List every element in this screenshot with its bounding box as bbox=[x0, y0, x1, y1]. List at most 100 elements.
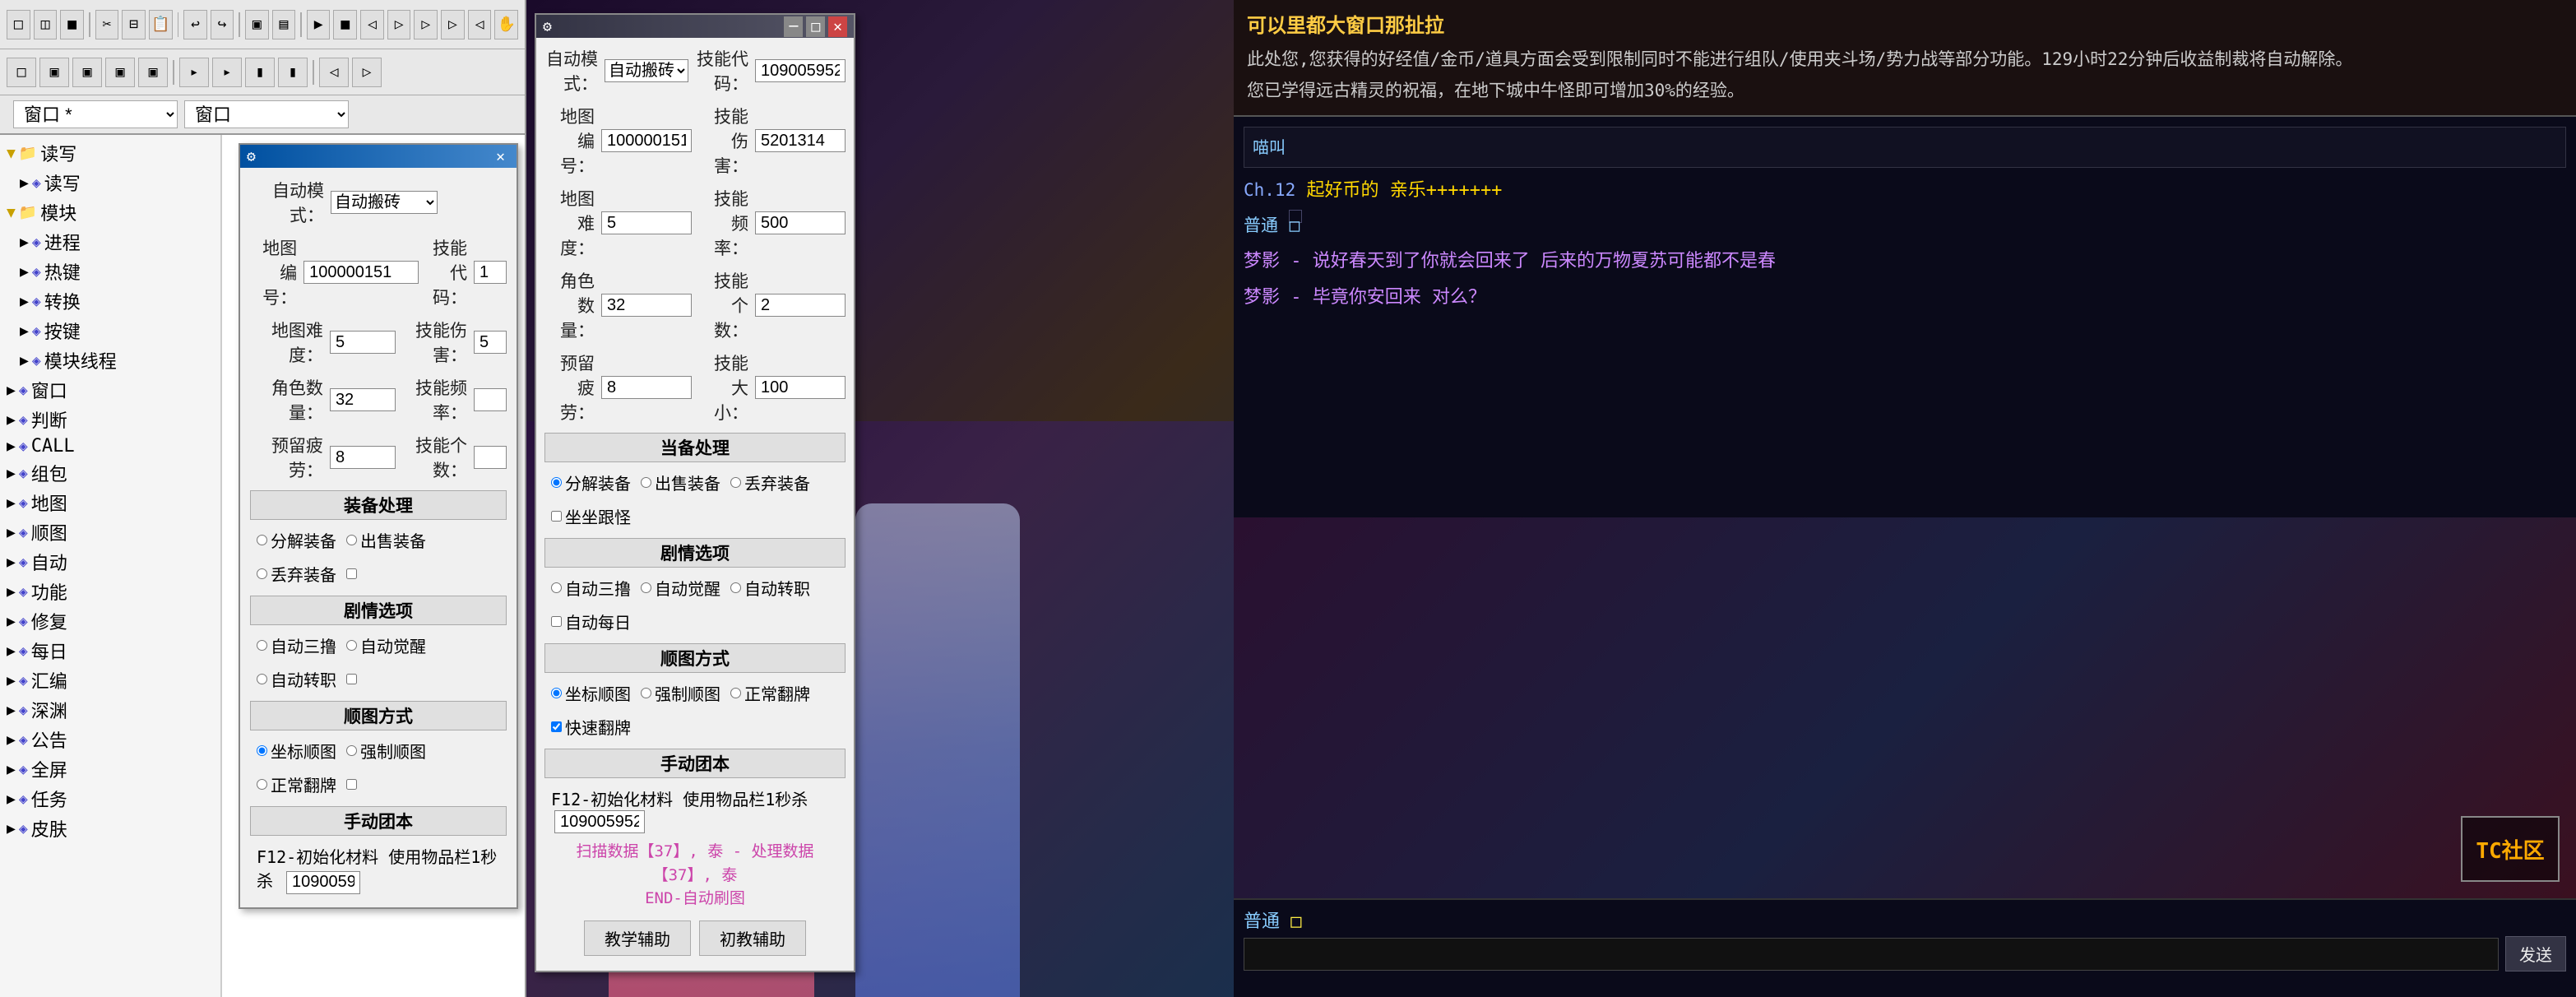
dialog2-titlebar[interactable]: ⚙ ─ □ ✕ bbox=[536, 15, 854, 38]
plot-checkbox[interactable] bbox=[346, 674, 357, 684]
t2-btn9[interactable]: ▮ bbox=[278, 58, 308, 87]
equip-sell[interactable]: 出售装备 bbox=[346, 528, 426, 552]
t2-btn10[interactable]: ◁ bbox=[319, 58, 349, 87]
t2-btn7[interactable]: ▸ bbox=[212, 58, 242, 87]
tree-item-repair[interactable]: ▶ ◈ 修复 bbox=[3, 606, 217, 636]
tree-item-grouppack[interactable]: ▶ ◈ 组包 bbox=[3, 458, 217, 488]
d2-equip-disassemble[interactable]: 分解装备 bbox=[551, 471, 631, 494]
redo-btn[interactable]: ↪ bbox=[211, 10, 234, 39]
d2-nav-normal[interactable]: 正常翻牌 bbox=[730, 681, 810, 705]
dialog2-close[interactable]: ✕ bbox=[828, 16, 847, 37]
t2-btn8[interactable]: ▮ bbox=[245, 58, 275, 87]
d2-nav-coord[interactable]: 坐标顺图 bbox=[551, 681, 631, 705]
nav-normal[interactable]: 正常翻牌 bbox=[257, 772, 336, 796]
paste-btn[interactable]: 📋 bbox=[149, 10, 173, 39]
skill-count-input[interactable] bbox=[474, 446, 507, 469]
hand-btn[interactable]: ✋ bbox=[494, 10, 518, 39]
tree-item-module-thread[interactable]: ▶ ◈ 模块线程 bbox=[3, 345, 217, 375]
tree-item-root-rw[interactable]: ▼ 📁 读写 bbox=[3, 138, 217, 168]
nav-coord[interactable]: 坐标顺图 bbox=[257, 739, 336, 763]
chat-send-btn[interactable]: 发送 bbox=[2505, 936, 2566, 971]
d2-skill-dmg-input[interactable] bbox=[755, 129, 846, 152]
dialog1-close[interactable]: ✕ bbox=[491, 146, 510, 167]
tree-item-announcement[interactable]: ▶ ◈ 公告 bbox=[3, 725, 217, 754]
skill-freq-input[interactable] bbox=[474, 388, 507, 411]
d2-nav-fast[interactable]: 快速翻牌 bbox=[551, 715, 631, 739]
tree-item-module[interactable]: ▼ 📁 模块 bbox=[3, 197, 217, 227]
step-btn[interactable]: ▷ bbox=[387, 10, 411, 39]
step4-btn[interactable]: ◁ bbox=[468, 10, 492, 39]
d2-role-count-input[interactable] bbox=[601, 294, 692, 317]
d2-teach-btn[interactable]: 教学辅助 bbox=[584, 920, 691, 956]
tree-item-rw[interactable]: ▶ ◈ 读写 bbox=[3, 168, 217, 197]
d2-map-diff-input[interactable] bbox=[601, 211, 692, 234]
d2-plot-awakening[interactable]: 自动觉醒 bbox=[641, 576, 720, 600]
map-id-input[interactable] bbox=[303, 261, 419, 284]
open-btn[interactable]: ◫ bbox=[34, 10, 58, 39]
d2-reserve-input[interactable] bbox=[601, 376, 692, 399]
tree-item-abyss[interactable]: ▶ ◈ 深渊 bbox=[3, 695, 217, 725]
tree-item-map[interactable]: ▶ ◈ 地图 bbox=[3, 488, 217, 517]
step2-btn[interactable]: ▷ bbox=[414, 10, 438, 39]
tree-item-asm[interactable]: ▶ ◈ 汇编 bbox=[3, 665, 217, 695]
d2-skill-code-input[interactable]: 109005952 bbox=[755, 59, 846, 82]
d2-equip-sell[interactable]: 出售装备 bbox=[641, 471, 720, 494]
tree-item-mapnav[interactable]: ▶ ◈ 顺图 bbox=[3, 517, 217, 547]
d2-plot-auto3[interactable]: 自动三撸 bbox=[551, 576, 631, 600]
plot-auto3[interactable]: 自动三撸 bbox=[257, 633, 336, 657]
t2-btn11[interactable]: ▷ bbox=[352, 58, 382, 87]
hand-input[interactable] bbox=[286, 871, 360, 894]
chat-text-input[interactable] bbox=[1244, 938, 2499, 971]
t2-btn5[interactable]: ▣ bbox=[138, 58, 168, 87]
window-dropdown2[interactable]: 窗口 bbox=[184, 100, 349, 128]
map-diff-input[interactable] bbox=[330, 331, 396, 354]
tree-item-hotkey[interactable]: ▶ ◈ 热键 bbox=[3, 257, 217, 286]
d2-map-id-input[interactable] bbox=[601, 129, 692, 152]
tree-item-judge[interactable]: ▶ ◈ 判断 bbox=[3, 405, 217, 434]
dialog2-maximize[interactable]: □ bbox=[806, 16, 825, 37]
tree-item-process[interactable]: ▶ ◈ 进程 bbox=[3, 227, 217, 257]
d2-plot-daily[interactable]: 自动每日 bbox=[551, 610, 631, 633]
d2-nav-force[interactable]: 强制顺图 bbox=[641, 681, 720, 705]
undo-btn[interactable]: ↩ bbox=[183, 10, 207, 39]
nav-checkbox[interactable] bbox=[346, 779, 357, 790]
skill-dmg-input[interactable] bbox=[474, 331, 507, 354]
tree-item-skin[interactable]: ▶ ◈ 皮肤 bbox=[3, 814, 217, 843]
tree-item-daily[interactable]: ▶ ◈ 每日 bbox=[3, 636, 217, 665]
copy-btn[interactable]: ⊟ bbox=[122, 10, 146, 39]
d2-hand-input[interactable] bbox=[554, 810, 645, 833]
tree-item-convert[interactable]: ▶ ◈ 转换 bbox=[3, 286, 217, 316]
t2-btn6[interactable]: ▸ bbox=[179, 58, 209, 87]
equip-disassemble[interactable]: 分解装备 bbox=[257, 528, 336, 552]
t2-btn1[interactable]: □ bbox=[7, 58, 36, 87]
run-btn[interactable]: ▶ bbox=[307, 10, 331, 39]
tree-item-key[interactable]: ▶ ◈ 按键 bbox=[3, 316, 217, 345]
auto-mode-select[interactable]: 自动搬砖 bbox=[331, 191, 438, 214]
window-dropdown1[interactable]: 窗口 * bbox=[13, 100, 178, 128]
d2-equip-follow[interactable]: 坐坐跟怪 bbox=[551, 504, 631, 528]
plot-transfer[interactable]: 自动转职 bbox=[257, 667, 336, 691]
d2-init-teach-btn[interactable]: 初教辅助 bbox=[699, 920, 806, 956]
step3-btn[interactable]: ▷ bbox=[441, 10, 465, 39]
nav-force[interactable]: 强制顺图 bbox=[346, 739, 426, 763]
t2-btn2[interactable]: ▣ bbox=[39, 58, 69, 87]
equip-checkbox[interactable] bbox=[346, 568, 357, 579]
save-btn[interactable]: ■ bbox=[60, 10, 84, 39]
skill-code-input[interactable] bbox=[474, 261, 507, 284]
equip-discard[interactable]: 丢弃装备 bbox=[257, 562, 336, 586]
reserve-input[interactable] bbox=[330, 446, 396, 469]
d2-plot-transfer[interactable]: 自动转职 bbox=[730, 576, 810, 600]
tree-item-task[interactable]: ▶ ◈ 任务 bbox=[3, 784, 217, 814]
tree-item-call[interactable]: ▶ ◈ CALL bbox=[3, 434, 217, 458]
back-btn[interactable]: ◁ bbox=[360, 10, 384, 39]
role-count-input[interactable] bbox=[330, 388, 396, 411]
d2-skill-freq-input[interactable] bbox=[755, 211, 846, 234]
t2-btn4[interactable]: ▣ bbox=[105, 58, 135, 87]
d2-auto-mode-select[interactable]: 自动搬砖 bbox=[605, 59, 688, 82]
dialog2-minimize[interactable]: ─ bbox=[784, 16, 803, 37]
tree-item-func[interactable]: ▶ ◈ 功能 bbox=[3, 577, 217, 606]
new-btn[interactable]: □ bbox=[7, 10, 30, 39]
d2-skill-size-input[interactable] bbox=[755, 376, 846, 399]
tree-item-auto[interactable]: ▶ ◈ 自动 bbox=[3, 547, 217, 577]
plot-awakening[interactable]: 自动觉醒 bbox=[346, 633, 426, 657]
